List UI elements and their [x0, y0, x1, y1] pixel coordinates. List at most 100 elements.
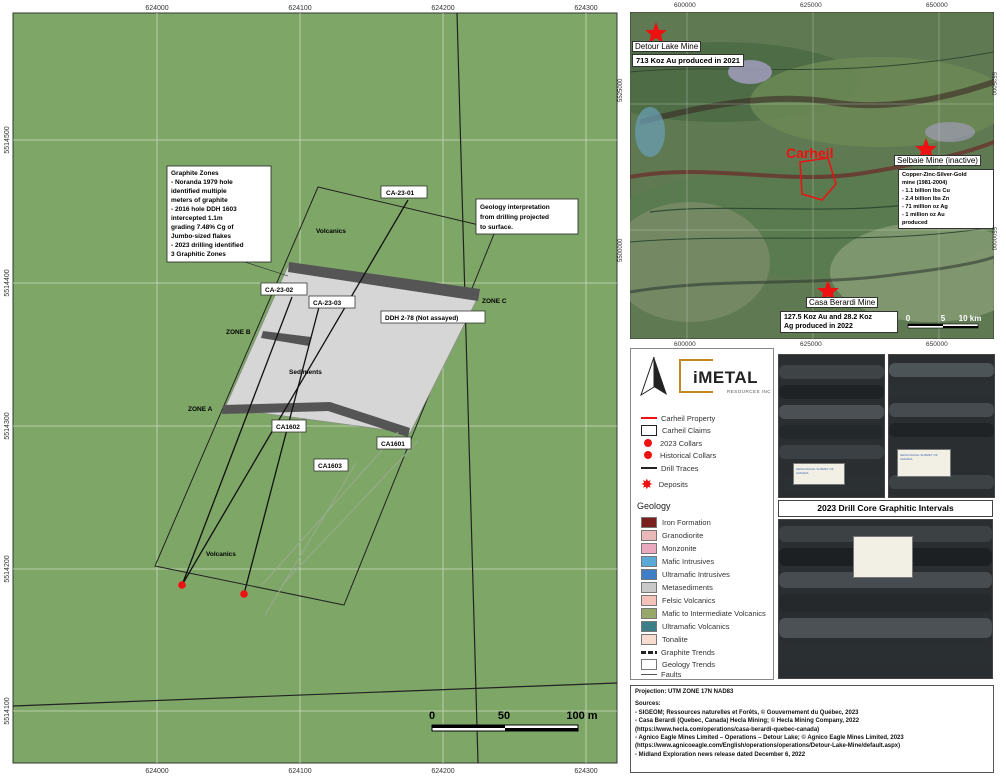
right-panel: Carheil 600000 0 5 10 km 600000 6: [580, 0, 1006, 778]
collar-ca-23-02[interactable]: [240, 590, 248, 598]
selbaie-info-box: Copper-Zinc-Silver-Gold mine (1981-2004)…: [898, 169, 994, 229]
regional-bottom-tick-3: 650000: [926, 341, 948, 348]
selbaie-line: Copper-Zinc-Silver-Gold: [902, 172, 967, 178]
source-line: - Agnico Eagle Mines Limited – Operation…: [635, 735, 904, 742]
regional-map[interactable]: Carheil 600000 0 5 10 km 600000 6: [580, 2, 1006, 348]
core-tag: GEOLOGICAL SURVEY OF CANADA: [897, 449, 951, 477]
label-volcanics-north: Volcanics: [316, 228, 346, 235]
legend-label: Drill Traces: [661, 463, 699, 473]
core-title: 2023 Drill Core Graphitic Intervals: [817, 503, 954, 513]
label-ca-23-03: CA-23-03: [313, 300, 342, 307]
legend-label: Historical Collars: [660, 450, 717, 460]
red-dot-icon: [644, 439, 652, 447]
core-photo-left[interactable]: GEOLOGICAL SURVEY OF CANADA: [778, 354, 885, 498]
regional-right-tick-1: 5525000: [990, 72, 996, 96]
logo-text: iMETAL: [693, 368, 759, 387]
left-tick-1: 5514500: [4, 126, 11, 153]
legend-geo-3: Mafic Intrusives: [641, 555, 714, 567]
legend-geo-0: Iron Formation: [641, 516, 711, 528]
legend-label: Felsic Volcanics: [662, 595, 716, 605]
legend-label: Carheil Claims: [662, 425, 711, 435]
source-line: (https://www.hecla.com/operations/casa-b…: [635, 726, 820, 733]
core-tag-text: GEOLOGICAL SURVEY OF CANADA: [900, 453, 938, 461]
regional-scale-5: 5: [941, 314, 946, 323]
label-zone-a: ZONE A: [188, 406, 213, 413]
swatch-icon: [641, 516, 657, 528]
selbaie-line: - 71 million oz Ag: [902, 204, 948, 210]
casa-info-box: 127.5 Koz Au and 28.2 Koz Ag produced in…: [780, 311, 898, 333]
interp-line: from drilling projected: [480, 214, 549, 221]
legend-label: Graphite Trends: [661, 647, 715, 657]
legend-label: Carheil Property: [661, 413, 716, 423]
graphite-note-title: Graphite Zones: [171, 170, 219, 177]
core-tag-large: [853, 536, 913, 578]
source-line: - Midland Exploration news release dated…: [635, 751, 806, 758]
left-tick-2: 5514400: [4, 269, 11, 296]
black-line-icon: [641, 467, 657, 469]
selbaie-line: - 1.1 billion lbs Cu: [902, 188, 950, 194]
label-ca1602: CA1602: [276, 424, 300, 431]
bottom-tick-4: 624300: [574, 768, 597, 775]
legend-geo-1: Granodiorite: [641, 529, 703, 541]
star-icon: ✸: [641, 476, 653, 492]
legend-label: Mafic Intrusives: [662, 556, 715, 566]
legend-label: Iron Formation: [662, 517, 711, 527]
label-ca-23-01: CA-23-01: [386, 190, 415, 197]
legend-label: Ultramafic Volcanics: [662, 621, 730, 631]
label-zone-c: ZONE C: [482, 298, 507, 305]
selbaie-line: mine (1981-2004): [902, 180, 948, 186]
legend-label: Faults: [661, 669, 682, 679]
selbaie-line: - 1 million oz Au: [902, 212, 945, 218]
legend-item-property: Carheil Property: [641, 412, 715, 424]
legend-label: Geology Trends: [662, 659, 715, 669]
bottom-tick-2: 624100: [288, 768, 311, 775]
red-line-icon: [641, 417, 657, 419]
interp-line: Geology interpretation: [480, 204, 550, 211]
legend-label: Metasediments: [662, 582, 713, 592]
label-zone-b: ZONE B: [226, 329, 251, 336]
scale-100: 100 m: [566, 710, 597, 722]
legend-trend-faults: Faults: [641, 669, 681, 679]
graphite-note-line: meters of graphite: [171, 197, 228, 204]
selbaie-line: - 2.4 billion lbs Zn: [902, 196, 950, 202]
core-photo-right[interactable]: GEOLOGICAL SURVEY OF CANADA: [888, 354, 995, 498]
carheil-label: Carheil: [786, 145, 833, 161]
label-ca1603: CA1603: [318, 463, 342, 470]
top-tick-4: 624300: [574, 5, 597, 12]
casa-line: Ag produced in 2022: [784, 323, 853, 330]
selbaie-name-label: Selbaie Mine (inactive): [894, 155, 981, 166]
casa-line: 127.5 Koz Au and 28.2 Koz: [784, 314, 873, 321]
regional-scale-10: 10 km: [959, 314, 982, 323]
legend-panel: iMETAL RESOURCES INC Carheil Property Ca…: [630, 348, 774, 680]
regional-scale-0: 0: [906, 314, 911, 323]
legend-geo-2: Monzonite: [641, 542, 697, 554]
claim-box-icon: [641, 424, 657, 436]
regional-left-tick-1: 5525000: [618, 78, 624, 102]
core-title-bar: 2023 Drill Core Graphitic Intervals: [778, 500, 993, 517]
north-arrow-icon: [640, 356, 667, 397]
graphite-note-line: grading 7.48% Cg of: [171, 224, 234, 231]
collar-ca-23-01[interactable]: [178, 581, 186, 589]
legend-item-drill-traces: Drill Traces: [641, 462, 699, 474]
projection-text: Projection: UTM ZONE 17N NAD83: [635, 689, 734, 695]
top-tick-2: 624100: [288, 5, 311, 12]
casa-name-label: Casa Berardi Mine: [806, 297, 879, 308]
regional-top-tick-2: 625000: [800, 2, 822, 9]
left-tick-3: 5514300: [4, 412, 11, 439]
legend-label: Deposits: [658, 479, 688, 489]
bottom-tick-3: 624200: [431, 768, 454, 775]
swatch-icon: [641, 555, 657, 567]
property-detail-map[interactable]: 624000 624100 624200 624300 624000 62410…: [0, 0, 626, 778]
regional-top-tick-3: 650000: [926, 2, 948, 9]
graphite-note-line: identified multiple: [171, 188, 227, 195]
legend-geo-8: Ultramafic Volcanics: [641, 620, 730, 632]
core-photo-bottom[interactable]: [778, 519, 993, 679]
box-icon: [641, 658, 657, 670]
swatch-icon: [641, 568, 657, 580]
label-sediments: Sediments: [289, 369, 322, 376]
detour-production-label: 713 Koz Au produced in 2021: [632, 54, 744, 67]
sources-title: Sources:: [635, 701, 661, 708]
legend-label: Mafic to Intermediate Volcanics: [662, 608, 766, 618]
legend-label: 2023 Collars: [660, 438, 703, 448]
graphite-note-line: - Noranda 1979 hole: [171, 179, 233, 186]
